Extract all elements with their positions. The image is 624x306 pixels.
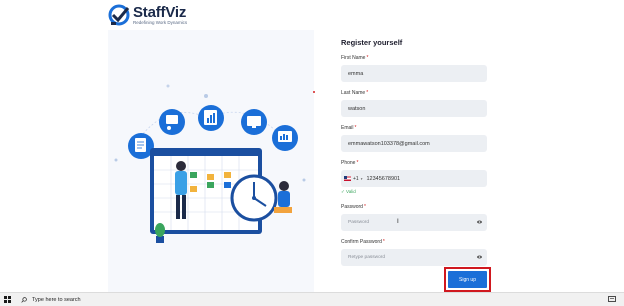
- password-input[interactable]: Password: [341, 214, 487, 231]
- notification-icon[interactable]: [608, 296, 616, 303]
- email-label: Email*: [341, 125, 357, 131]
- dashboard-bubble-icon: [272, 125, 298, 151]
- phone-input[interactable]: +1 ▾ 12345678901: [341, 170, 487, 187]
- phone-label: Phone*: [341, 160, 359, 166]
- password-label: Password*: [341, 204, 366, 210]
- phone-number: 12345678901: [366, 175, 401, 182]
- monitor-bubble-icon: [241, 109, 267, 135]
- taskbar: Type here to search: [0, 292, 624, 306]
- plant-icon: [155, 223, 165, 243]
- taskbar-search-placeholder: Type here to search: [32, 296, 81, 303]
- us-flag-icon: [344, 176, 351, 181]
- phone-valid-status: ✓ Valid: [341, 189, 356, 194]
- email-input[interactable]: emmawatson103378@gmail.com: [341, 135, 487, 152]
- taskbar-search[interactable]: Type here to search: [21, 297, 81, 303]
- country-code: +1: [353, 175, 359, 182]
- form-title: Register yourself: [341, 38, 403, 47]
- registration-page: StaffViz Redefining Work Dynamics Regist…: [0, 0, 624, 306]
- password-placeholder: Password: [348, 220, 370, 225]
- confirm-password-placeholder: Retype password: [348, 255, 386, 260]
- confirm-password-input[interactable]: Retype password: [341, 249, 487, 266]
- confirm-password-label: Confirm Password*: [341, 239, 385, 245]
- logo: StaffViz Redefining Work Dynamics: [108, 4, 187, 26]
- hero-illustration: [108, 30, 314, 292]
- marker-dot: [313, 91, 315, 93]
- first-name-label: First Name*: [341, 55, 369, 61]
- signup-button[interactable]: Sign up: [448, 271, 487, 288]
- bar-chart-bubble-icon: [198, 105, 224, 131]
- clock-icon: [230, 174, 278, 222]
- country-code-select[interactable]: +1 ▾: [344, 176, 362, 182]
- brand-name: StaffViz: [133, 3, 187, 21]
- presenter-bubble-icon: [159, 109, 185, 135]
- text-cursor-icon: Ⅰ: [397, 219, 399, 225]
- first-name-input[interactable]: emma: [341, 65, 487, 82]
- eye-icon[interactable]: [477, 220, 482, 224]
- brand-tagline: Redefining Work Dynamics: [133, 19, 188, 25]
- last-name-label: Last Name*: [341, 90, 369, 96]
- search-icon: [21, 296, 27, 303]
- windows-start-icon[interactable]: [4, 296, 11, 303]
- last-name-input[interactable]: watson: [341, 100, 487, 117]
- chevron-down-icon: ▾: [360, 176, 363, 181]
- staffviz-logo-icon: [108, 4, 130, 26]
- eye-icon[interactable]: [477, 255, 482, 259]
